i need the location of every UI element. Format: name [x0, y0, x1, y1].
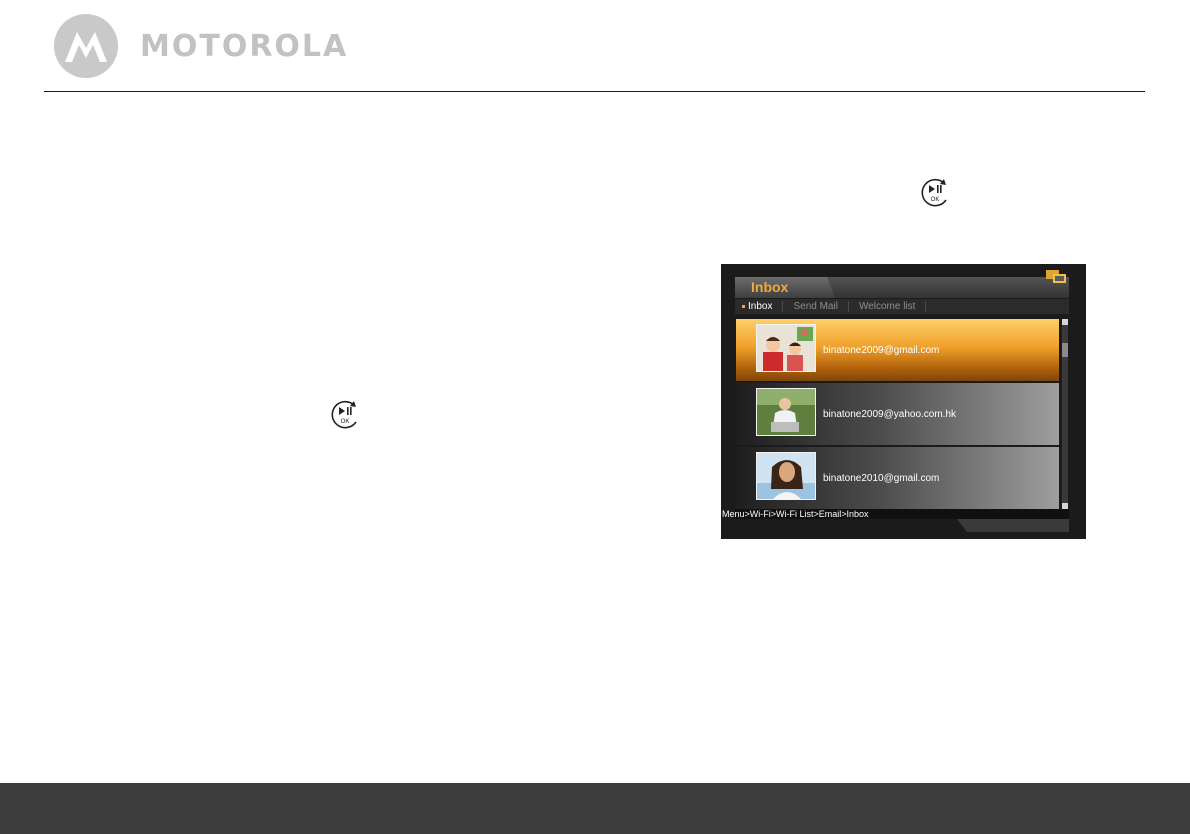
children-photo-icon — [757, 325, 815, 371]
tab-divider — [925, 301, 927, 312]
wifi-connection-icon — [1046, 270, 1066, 283]
motorola-batwing-icon — [54, 14, 118, 78]
bottom-decoration — [957, 519, 1069, 532]
breadcrumb: Menu>Wi-Fi>Wi-Fi List>Email>Inbox — [722, 509, 869, 519]
tab-strip: Inbox Send Mail Welcome list — [735, 299, 1069, 314]
motorola-logo: MOTOROLA — [54, 14, 348, 78]
svg-text:OK: OK — [931, 197, 940, 203]
tab-inbox[interactable]: Inbox — [735, 299, 782, 314]
scroll-thumb[interactable] — [1062, 343, 1068, 357]
woman-portrait-photo-icon — [757, 453, 815, 499]
device-screen: Inbox Inbox Send Mail Welcome list binat… — [721, 264, 1086, 539]
email-address: binatone2009@yahoo.com.hk — [823, 409, 957, 420]
header-divider — [44, 91, 1145, 92]
svg-text:OK: OK — [341, 419, 350, 425]
email-list: binatone2009@gmail.com binatone2009@yaho… — [736, 319, 1059, 509]
brand-name: MOTOROLA — [140, 28, 349, 64]
email-list-item[interactable]: binatone2009@gmail.com — [736, 319, 1059, 381]
tab-welcome-list[interactable]: Welcome list — [849, 299, 926, 314]
email-thumbnail — [756, 452, 816, 500]
scroll-up-arrow-icon[interactable] — [1062, 319, 1068, 325]
play-pause-ok-button-icon: OK — [921, 178, 947, 207]
email-address: binatone2010@gmail.com — [823, 473, 940, 484]
screen-title: Inbox — [751, 279, 789, 295]
play-pause-ok-button-icon: OK — [331, 400, 357, 429]
email-list-item[interactable]: binatone2009@yahoo.com.hk — [736, 383, 1059, 445]
footer-bar — [0, 783, 1190, 834]
man-with-laptop-photo-icon — [757, 389, 815, 435]
tab-send-mail[interactable]: Send Mail — [783, 299, 847, 314]
email-thumbnail — [756, 324, 816, 372]
scrollbar[interactable] — [1062, 319, 1068, 509]
email-thumbnail — [756, 388, 816, 436]
email-list-item[interactable]: binatone2010@gmail.com — [736, 447, 1059, 509]
email-address: binatone2009@gmail.com — [823, 345, 940, 356]
